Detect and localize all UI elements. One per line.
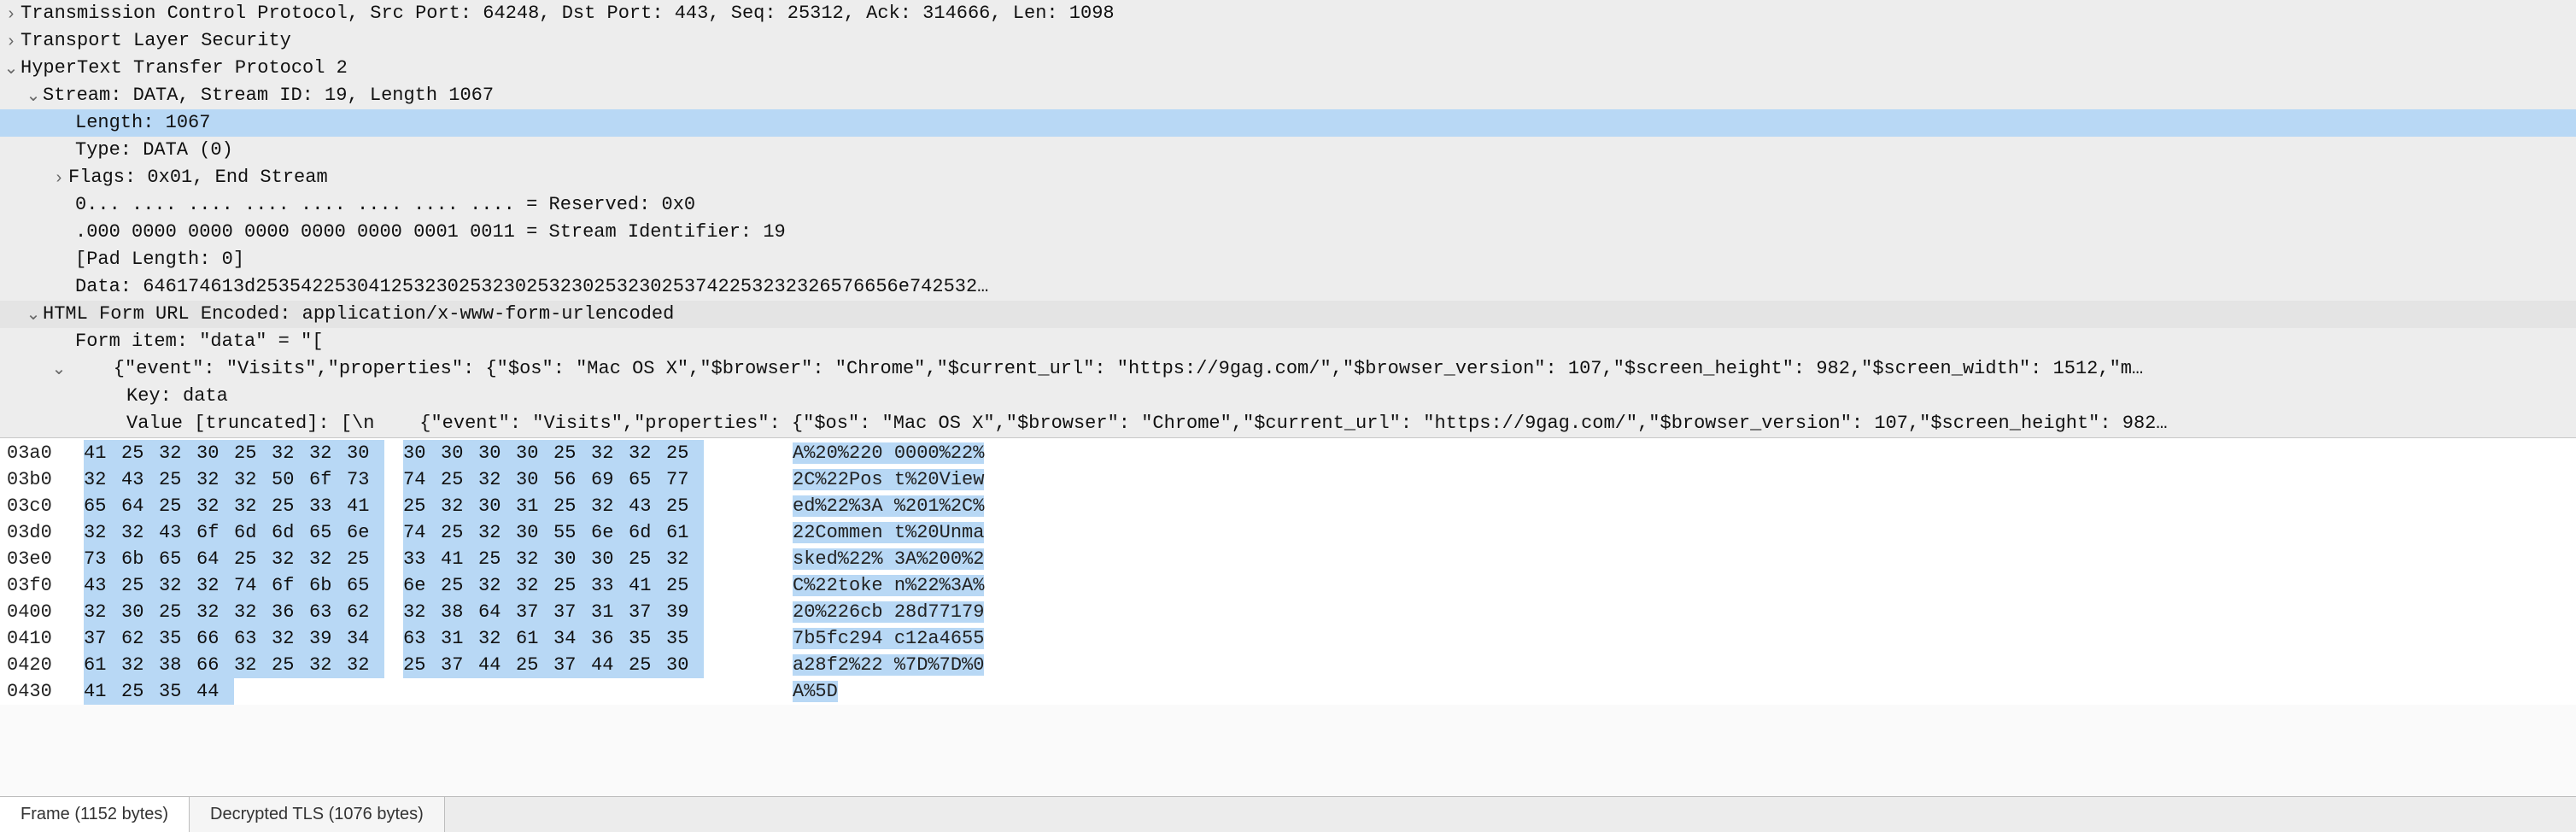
expand-icon[interactable] [50,164,68,191]
tree-row-form-item-2[interactable]: {"event": "Visits","properties": {"$os":… [0,355,2576,383]
tree-row-type[interactable]: Type: DATA (0) [0,137,2576,164]
hex-ascii: 22Commen t%20Unma [767,519,984,546]
hex-bytes: 3243253232506f737425323056696577 [84,466,767,493]
expand-icon[interactable] [2,0,20,27]
packet-details-tree: Transmission Control Protocol, Src Port:… [0,0,2576,437]
tab-decrypted-tls[interactable]: Decrypted TLS (1076 bytes) [190,797,445,832]
tree-row-value[interactable]: Value [truncated]: [\n {"event": "Visits… [0,410,2576,437]
tree-row-http2[interactable]: HyperText Transfer Protocol 2 [0,55,2576,82]
tree-label: Data: 646174613d253542253041253230253230… [75,273,988,301]
hex-ascii: A%5D [767,678,838,705]
tree-row-html-form[interactable]: HTML Form URL Encoded: application/x-www… [0,301,2576,328]
hex-offset: 0410 [7,625,84,652]
hex-offset: 03e0 [7,546,84,572]
hex-ascii: sked%22% 3A%200%2 [767,546,984,572]
hex-ascii: a28f2%22 %7D%7D%0 [767,652,984,678]
tree-row-stream-identifier[interactable]: .000 0000 0000 0000 0000 0000 0001 0011 … [0,219,2576,246]
hex-ascii: 2C%22Pos t%20View [767,466,984,493]
tree-row-key[interactable]: Key: data [0,383,2576,410]
tree-label: Flags: 0x01, End Stream [68,164,328,191]
hex-offset: 03b0 [7,466,84,493]
hex-row[interactable]: 03a041253230253232303030303025323225A%20… [0,440,2576,466]
hex-bytes: 41253544 [84,678,767,705]
tree-row-form-item-1[interactable]: Form item: "data" = "[ [0,328,2576,355]
hex-bytes: 3232436f6d6d656e74253230556e6d61 [84,519,767,546]
hex-row[interactable]: 03b03243253232506f7374253230566965772C%2… [0,466,2576,493]
hex-ascii: C%22toke n%22%3A% [767,572,984,599]
hex-row[interactable]: 03f043253232746f6b656e25323225334125C%22… [0,572,2576,599]
tree-label: Transport Layer Security [20,27,291,55]
tree-label: Length: 1067 [75,109,210,137]
collapse-icon[interactable] [24,82,43,109]
hex-ascii: 20%226cb 28d77179 [767,599,984,625]
collapse-icon[interactable] [50,355,68,383]
tree-row-reserved[interactable]: 0... .... .... .... .... .... .... .... … [0,191,2576,219]
tree-label: Value [truncated]: [\n {"event": "Visits… [126,410,2168,437]
hex-bytes: 736b6564253232253341253230302532 [84,546,767,572]
tree-label: HyperText Transfer Protocol 2 [20,55,348,82]
tree-row-length[interactable]: Length: 1067 [0,109,2576,137]
collapse-icon[interactable] [2,55,20,82]
bottom-tabbar: Frame (1152 bytes) Decrypted TLS (1076 b… [0,796,2576,832]
tree-label: Key: data [126,383,228,410]
hex-bytes: 32302532323663623238643737313739 [84,599,767,625]
tree-row-data[interactable]: Data: 646174613d253542253041253230253230… [0,273,2576,301]
hex-bytes: 37623566633239346331326134363535 [84,625,767,652]
tree-label: Form item: "data" = "[ [75,328,323,355]
tree-label: Transmission Control Protocol, Src Port:… [20,0,1115,27]
hex-bytes: 43253232746f6b656e25323225334125 [84,572,767,599]
hex-offset: 03f0 [7,572,84,599]
hex-bytes: 61323866322532322537442537442530 [84,652,767,678]
hex-offset: 0400 [7,599,84,625]
tree-label: HTML Form URL Encoded: application/x-www… [43,301,674,328]
tree-label: 0... .... .... .... .... .... .... .... … [75,191,695,219]
hex-dump-panel[interactable]: 03a041253230253232303030303025323225A%20… [0,437,2576,705]
hex-row[interactable]: 04003230253232366362323864373731373920%2… [0,599,2576,625]
tree-row-flags[interactable]: Flags: 0x01, End Stream [0,164,2576,191]
hex-row[interactable]: 03c065642532322533412532303125324325ed%2… [0,493,2576,519]
hex-ascii: 7b5fc294 c12a4655 [767,625,984,652]
tree-label: [Pad Length: 0] [75,246,244,273]
hex-offset: 03a0 [7,440,84,466]
tree-row-tls[interactable]: Transport Layer Security [0,27,2576,55]
collapse-icon[interactable] [24,301,43,328]
hex-bytes: 41253230253232303030303025323225 [84,440,767,466]
hex-offset: 0420 [7,652,84,678]
hex-row[interactable]: 043041253544A%5D [0,678,2576,705]
hex-offset: 0430 [7,678,84,705]
hex-bytes: 65642532322533412532303125324325 [84,493,767,519]
tab-frame[interactable]: Frame (1152 bytes) [0,797,190,832]
hex-ascii: A%20%220 0000%22% [767,440,984,466]
hex-row[interactable]: 03e0736b6564253232253341253230302532sked… [0,546,2576,572]
tree-row-tcp[interactable]: Transmission Control Protocol, Src Port:… [0,0,2576,27]
hex-row[interactable]: 03d03232436f6d6d656e74253230556e6d6122Co… [0,519,2576,546]
hex-row[interactable]: 042061323866322532322537442537442530a28f… [0,652,2576,678]
tree-label: {"event": "Visits","properties": {"$os":… [68,355,2143,383]
hex-row[interactable]: 0410376235666332393463313261343635357b5f… [0,625,2576,652]
hex-offset: 03d0 [7,519,84,546]
tree-row-pad-length[interactable]: [Pad Length: 0] [0,246,2576,273]
tree-label: Stream: DATA, Stream ID: 19, Length 1067 [43,82,494,109]
hex-ascii: ed%22%3A %201%2C% [767,493,984,519]
tree-label: Type: DATA (0) [75,137,233,164]
expand-icon[interactable] [2,27,20,55]
tree-row-stream[interactable]: Stream: DATA, Stream ID: 19, Length 1067 [0,82,2576,109]
tree-label: .000 0000 0000 0000 0000 0000 0001 0011 … [75,219,786,246]
hex-offset: 03c0 [7,493,84,519]
